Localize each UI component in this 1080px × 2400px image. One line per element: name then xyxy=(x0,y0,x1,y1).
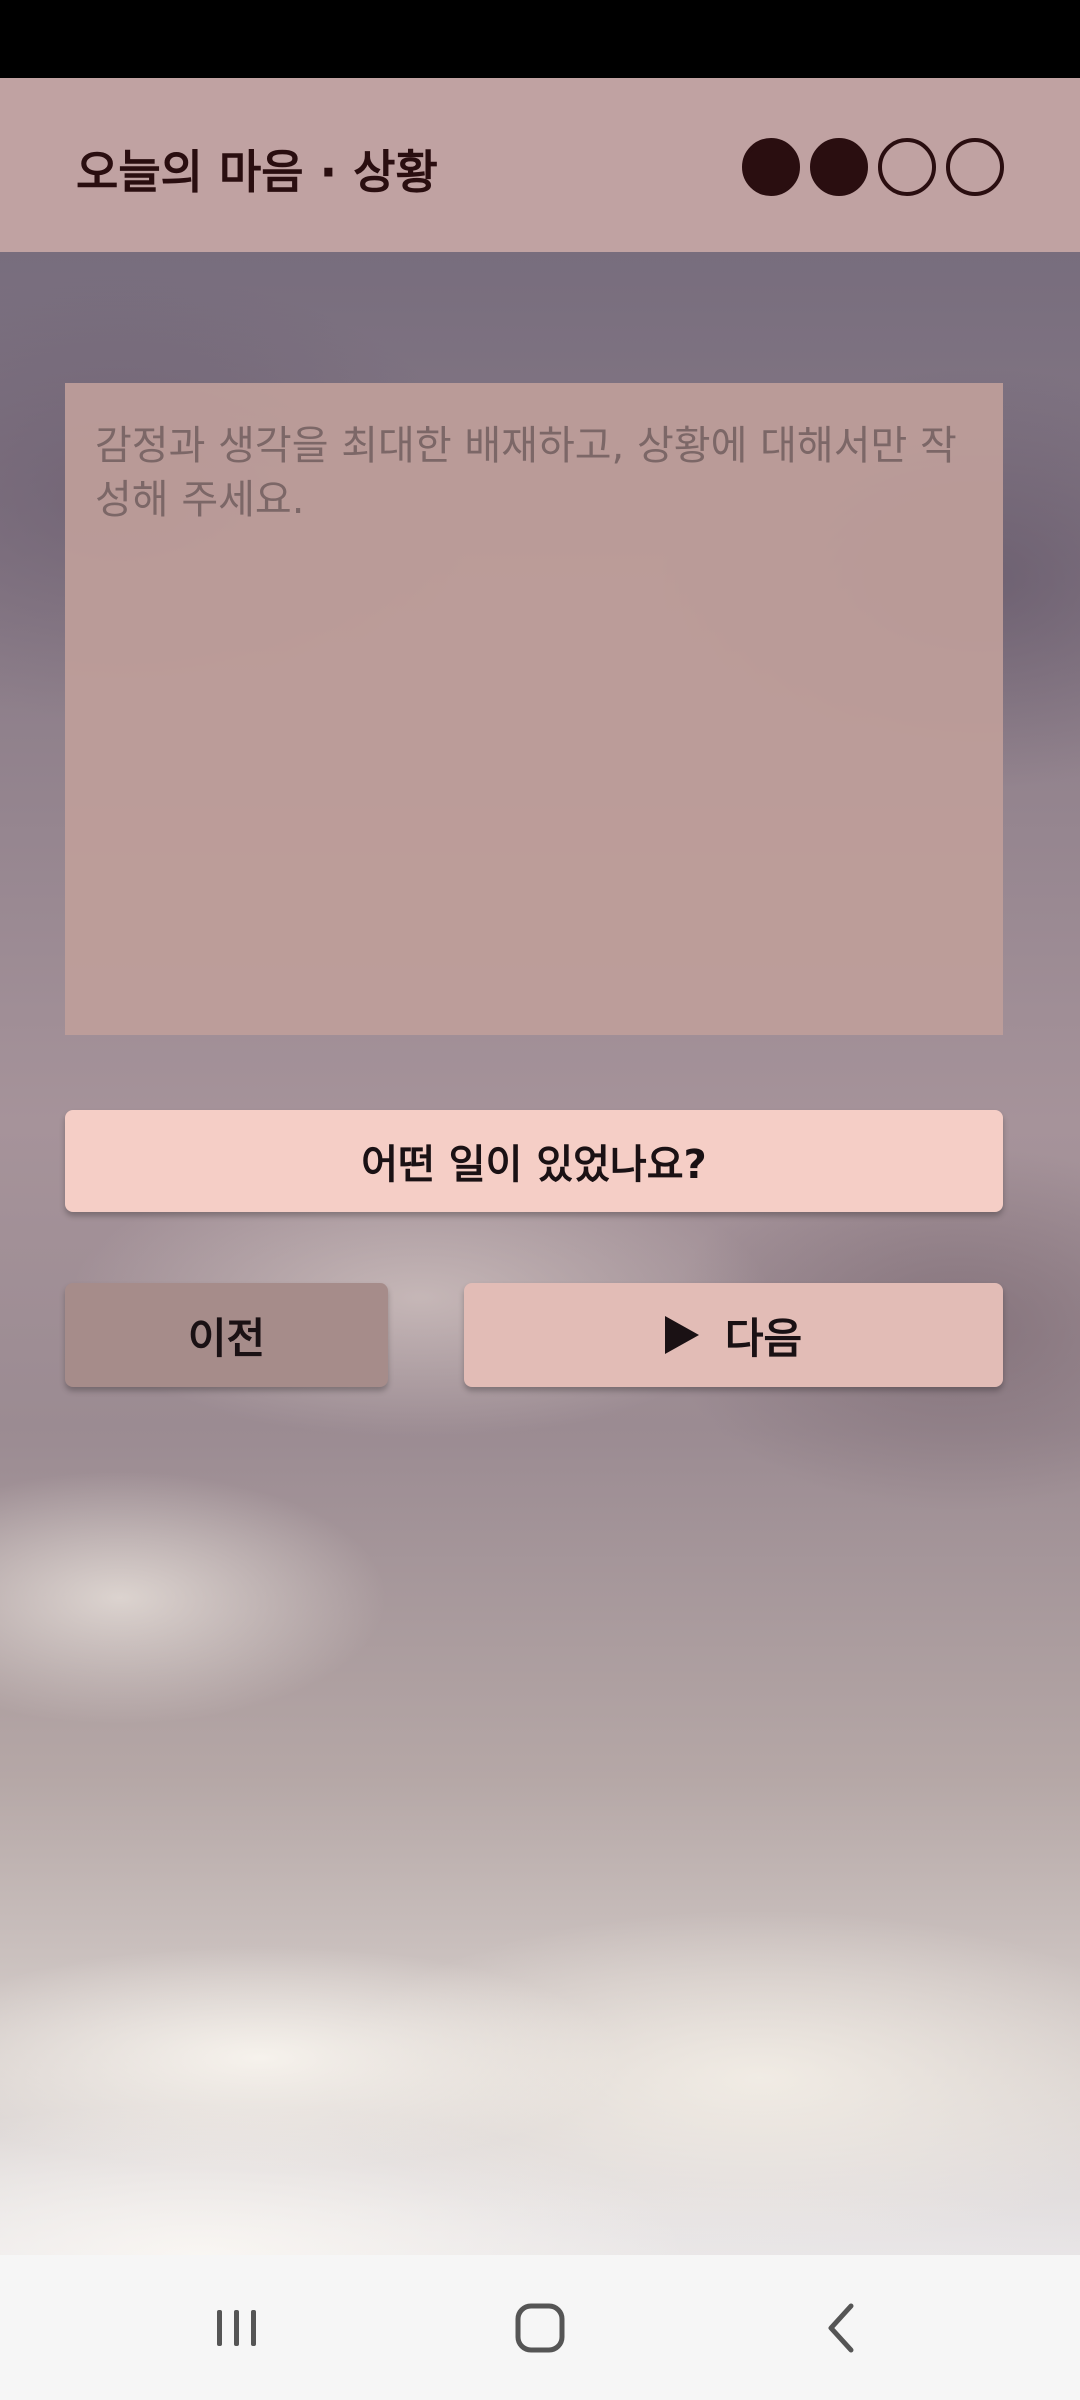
app-screen: 오늘의 마음 · 상황 감정과 생각을 최대한 배재하고, 상황에 대해서만 작… xyxy=(0,0,1080,2400)
question-button-label: 어떤 일이 있었나요? xyxy=(361,1142,707,1188)
step-progress-indicator xyxy=(742,138,1004,196)
situation-text-input[interactable]: 감정과 생각을 최대한 배재하고, 상황에 대해서만 작성해 주세요. xyxy=(65,383,1003,1035)
question-button[interactable]: 어떤 일이 있었나요? xyxy=(65,1110,1003,1212)
prev-button-label: 이전 xyxy=(187,1313,266,1363)
progress-dot-empty xyxy=(946,138,1004,196)
header: 오늘의 마음 · 상황 xyxy=(0,78,1080,252)
system-nav-bar xyxy=(0,2255,1080,2400)
next-button[interactable]: 다음 xyxy=(464,1283,1003,1387)
status-bar xyxy=(0,0,1080,78)
progress-dot-filled xyxy=(742,138,800,196)
situation-input-placeholder: 감정과 생각을 최대한 배재하고, 상황에 대해서만 작성해 주세요. xyxy=(95,423,957,523)
prev-button[interactable]: 이전 xyxy=(65,1283,388,1387)
progress-dot-filled xyxy=(810,138,868,196)
home-icon[interactable] xyxy=(495,2283,585,2373)
play-icon xyxy=(664,1316,699,1354)
recent-apps-icon[interactable] xyxy=(192,2283,282,2373)
page-title: 오늘의 마음 · 상황 xyxy=(76,145,438,199)
next-button-label: 다음 xyxy=(724,1313,803,1363)
progress-dot-empty xyxy=(878,138,936,196)
back-icon[interactable] xyxy=(798,2283,888,2373)
